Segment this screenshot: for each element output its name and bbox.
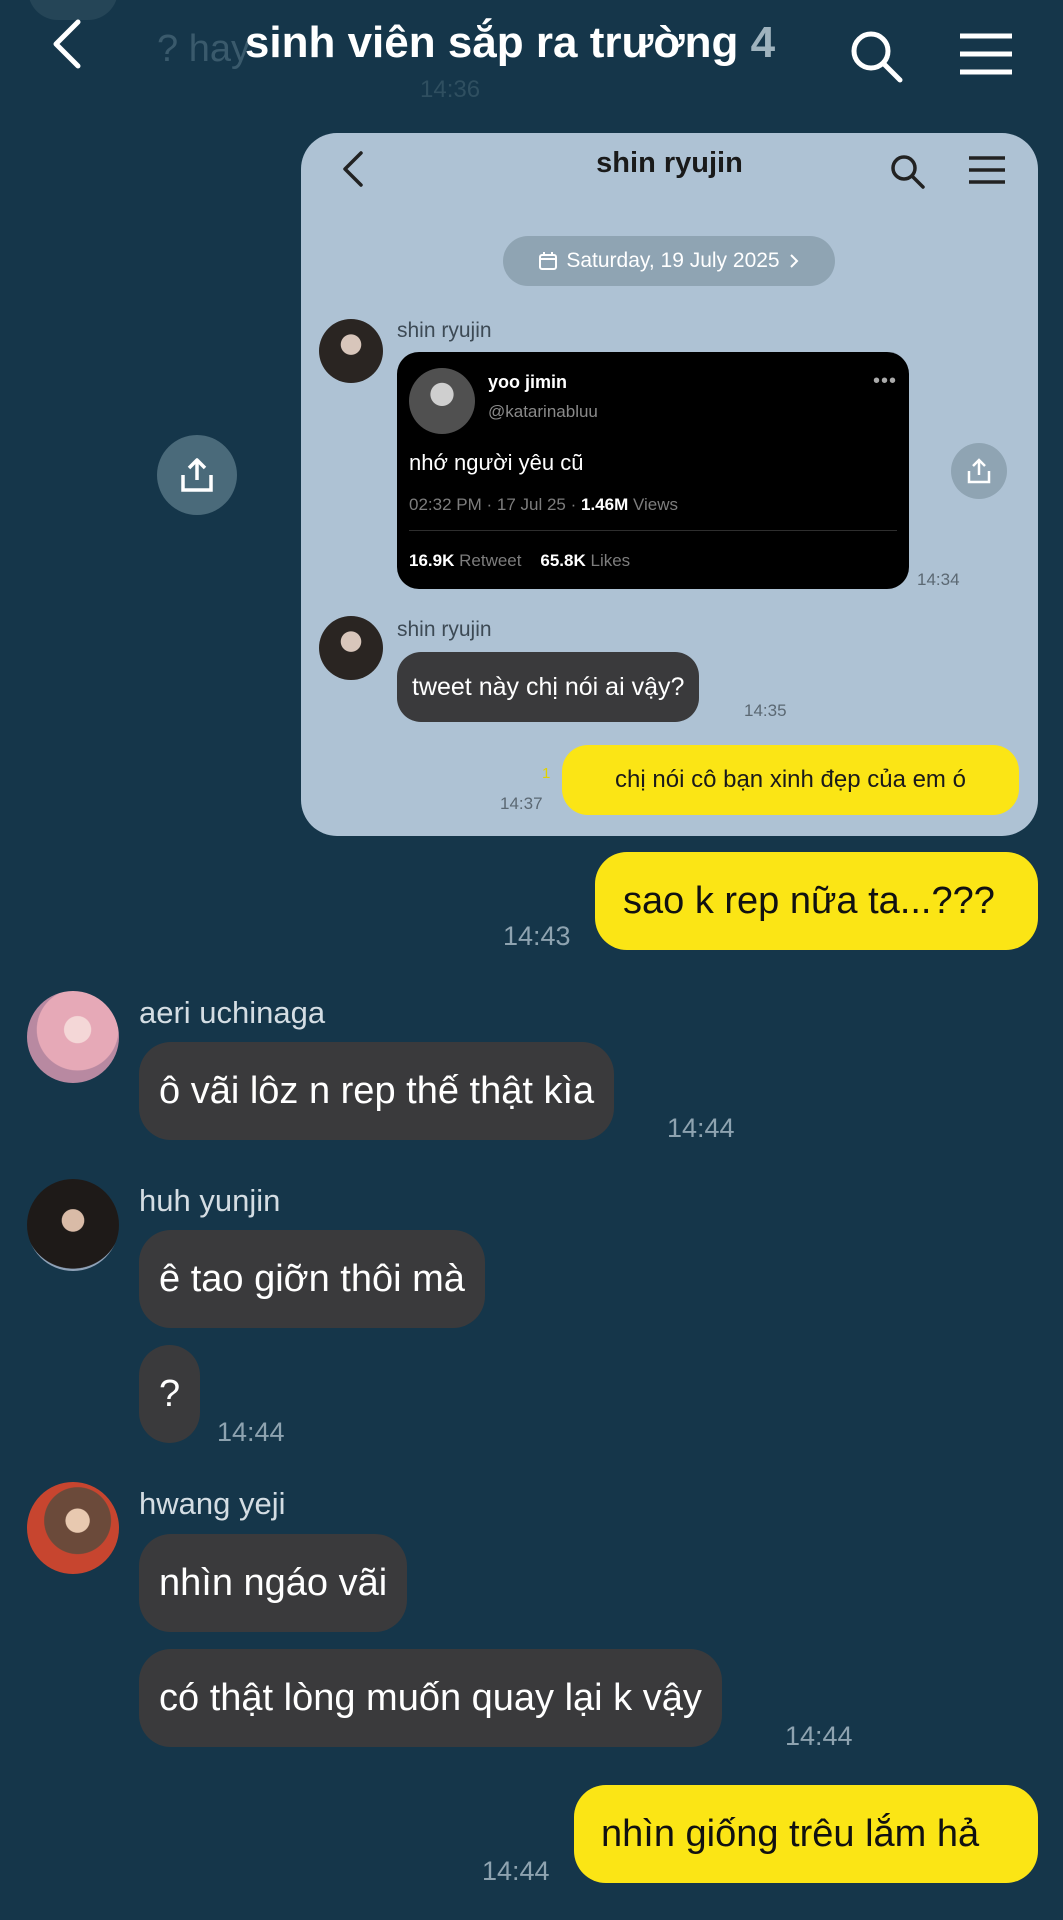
share-icon[interactable]: [157, 435, 237, 515]
shared-screenshot[interactable]: shin ryujin Saturday, 19 July 2025 shin …: [301, 133, 1038, 836]
message-bubble[interactable]: ô vãi lôz n rep thế thật kìa: [139, 1042, 615, 1140]
message-time: 14:44: [785, 1721, 853, 1751]
sender-name: shin ryujin: [397, 319, 492, 342]
chat-header: ? hay 14:36 sinh viên sắp ra trường 4: [0, 0, 1063, 103]
read-count: 1: [542, 765, 551, 782]
avatar: [319, 319, 383, 383]
screenshot-share-icon: [951, 443, 1007, 499]
chat-title-text: sinh viên sắp ra trường: [244, 18, 739, 67]
sender-name: hwang yeji: [139, 1486, 286, 1521]
tweet-views-count: 1.46M: [581, 495, 629, 514]
back-arrow-icon[interactable]: [44, 14, 94, 76]
sender-name: shin ryujin: [397, 618, 492, 641]
sender-name: huh yunjin: [139, 1183, 281, 1218]
retweet-label: Retweet: [459, 551, 522, 570]
tweet-text: nhớ người yêu cũ: [409, 450, 584, 475]
screenshot-title: shin ryujin: [596, 147, 743, 179]
message-bubble[interactable]: có thật lòng muốn quay lại k vậy: [139, 1649, 722, 1747]
message-time: 14:44: [217, 1417, 285, 1447]
tweet-author-name: yoo jimin: [488, 372, 568, 392]
avatar[interactable]: [27, 991, 119, 1083]
menu-icon[interactable]: [956, 30, 1016, 78]
my-message-bubble: chị nói cô bạn xinh đẹp của em ó: [562, 745, 1019, 815]
message-time: 14:37: [500, 794, 543, 813]
likes-count: 65.8K: [540, 551, 586, 570]
message-time: 14:43: [503, 921, 571, 951]
sender-name: aeri uchinaga: [139, 995, 326, 1030]
date-label: Saturday, 19 July 2025: [566, 249, 780, 272]
tweet-avatar: [409, 368, 475, 434]
tweet-card: yoo jimin @katarinabluu ••• nhớ người yê…: [397, 352, 909, 589]
calendar-icon: [538, 251, 558, 271]
message-time: 14:44: [482, 1856, 550, 1886]
previous-message-time: 14:36: [420, 76, 481, 103]
retweet-count: 16.9K: [409, 551, 455, 570]
avatar[interactable]: [27, 1482, 119, 1574]
tweet-time-date: 02:32 PM · 17 Jul 25 ·: [409, 495, 577, 514]
avatar[interactable]: [27, 1179, 119, 1271]
divider: [409, 530, 897, 531]
message-time: 14:35: [744, 701, 787, 720]
message-bubble: tweet này chị nói ai vậy?: [397, 652, 700, 722]
tweet-views-label: Views: [632, 495, 679, 514]
chevron-right-icon: [788, 252, 800, 270]
my-message-bubble[interactable]: nhìn giống trêu lắm hả: [574, 1785, 1038, 1883]
tweet-meta: 02:32 PM · 17 Jul 25 · 1.46M Views: [409, 495, 678, 515]
message-time: 14:34: [917, 570, 960, 589]
avatar: [319, 616, 383, 680]
more-options-icon: •••: [873, 370, 898, 392]
date-divider: Saturday, 19 July 2025: [503, 236, 835, 286]
tweet-stats: 16.9K Retweet 65.8K Likes: [409, 551, 630, 571]
search-icon[interactable]: [848, 28, 904, 84]
message-bubble[interactable]: nhìn ngáo vãi: [139, 1534, 408, 1632]
tweet-handle: @katarinabluu: [488, 402, 598, 421]
screenshot-menu-icon: [967, 155, 1007, 185]
message-bubble[interactable]: ?: [139, 1345, 201, 1443]
member-count: 4: [750, 18, 776, 67]
likes-label: Likes: [590, 551, 631, 570]
my-message-bubble[interactable]: sao k rep nữa ta...???: [595, 852, 1038, 950]
chat-title: sinh viên sắp ra trường 4: [230, 18, 790, 68]
screenshot-search-icon: [889, 153, 927, 191]
message-time: 14:44: [667, 1113, 735, 1143]
message-bubble[interactable]: ê tao giỡn thôi mà: [139, 1230, 485, 1328]
